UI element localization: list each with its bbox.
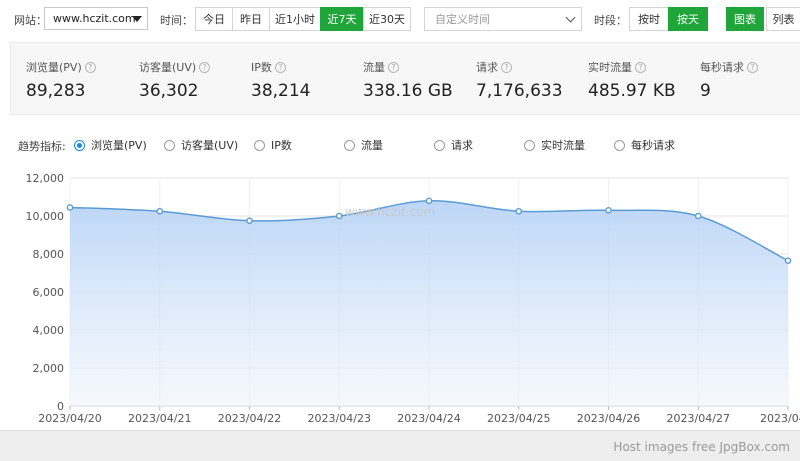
radio-icon	[254, 139, 265, 151]
x-tick-label: 2023/04/26	[577, 412, 640, 425]
trend-radio-label: 每秒请求	[631, 139, 675, 152]
x-tick-label: 2023/04	[760, 412, 800, 425]
site-select[interactable]: www.hczit.com	[44, 7, 148, 30]
trend-radio-realtime[interactable]: 实时流量	[524, 137, 585, 153]
caret-down-icon	[132, 16, 142, 22]
radio-checked-icon	[74, 139, 85, 151]
data-point	[515, 207, 523, 215]
help-icon[interactable]: ?	[635, 61, 646, 73]
time-button-last-hour[interactable]: 近1小时	[269, 7, 321, 31]
period-label: 时段：	[594, 14, 627, 27]
stat-label: 浏览量(PV)	[26, 61, 82, 74]
custom-range-placeholder: 自定义时间	[435, 13, 490, 26]
help-icon[interactable]: ?	[501, 61, 512, 73]
stat-value: 38,214	[251, 81, 311, 101]
y-tick-label: 10,000	[26, 210, 65, 223]
trend-radio-pv[interactable]: 浏览量(PV)	[74, 137, 147, 153]
x-tick-label: 2023/04/25	[487, 412, 550, 425]
help-icon[interactable]: ?	[84, 61, 96, 73]
trend-radio-label: 浏览量(PV)	[91, 139, 147, 152]
x-tick-label: 2023/04/24	[397, 412, 460, 425]
x-tick-label: 2023/04/27	[667, 412, 730, 425]
trend-radio-requests[interactable]: 请求	[434, 137, 473, 153]
data-point	[605, 207, 612, 214]
trend-radio-label: IP数	[271, 139, 292, 152]
y-tick-label: 2,000	[33, 362, 65, 375]
x-tick-label: 2023/04/23	[308, 412, 371, 425]
stat-value: 7,176,633	[476, 81, 563, 101]
data-point	[425, 197, 433, 205]
data-point	[156, 207, 164, 215]
period-group: 按时 按天	[629, 7, 708, 31]
stat-label: 每秒请求	[700, 61, 744, 74]
data-point	[784, 257, 792, 264]
x-tick-label: 2023/04/20	[38, 412, 101, 425]
radio-icon	[614, 139, 625, 151]
trend-selector: 趋势指标: 浏览量(PV) 访客量(UV) IP数 流量 请求 实时流量 每秒请…	[0, 136, 800, 154]
data-point	[66, 204, 74, 211]
trend-chart-svg: 02,0004,0006,0008,00010,00012,0002023/04…	[26, 172, 800, 425]
view-button-chart[interactable]: 图表	[726, 7, 764, 31]
period-button-day[interactable]: 按天	[668, 7, 708, 31]
time-button-last-30-days[interactable]: 近30天	[363, 7, 411, 31]
radio-icon	[164, 139, 175, 151]
radio-icon	[434, 139, 445, 151]
y-tick-label: 12,000	[26, 172, 65, 185]
y-tick-label: 6,000	[33, 286, 65, 299]
time-button-today[interactable]: 今日	[195, 7, 233, 31]
stat-label: 流量	[363, 61, 385, 74]
time-range-group: 今日 昨日 近1小时 近7天 近30天	[195, 7, 411, 31]
data-point	[246, 217, 253, 225]
chevron-down-icon	[565, 12, 576, 23]
stat-value: 338.16 GB	[363, 81, 453, 101]
site-select-value: www.hczit.com	[53, 12, 136, 25]
period-button-hour[interactable]: 按时	[629, 7, 669, 31]
footer: Host images free JpgBox.com	[0, 430, 800, 461]
footer-watermark: Host images free JpgBox.com	[613, 440, 790, 454]
trend-radio-uv[interactable]: 访客量(UV)	[164, 137, 238, 153]
trend-radio-traffic[interactable]: 流量	[344, 137, 383, 153]
view-button-list[interactable]: 列表	[766, 7, 800, 31]
trend-label: 趋势指标:	[18, 140, 66, 153]
trend-chart: 0 2,000 4,000 6,000 8,000 10,000 12,000 2023/04…	[0, 160, 800, 430]
stat-label: IP数	[251, 61, 272, 74]
trend-radio-label: 访客量(UV)	[181, 139, 239, 152]
data-point	[694, 212, 702, 220]
trend-radio-label: 请求	[451, 139, 473, 152]
radio-icon	[524, 139, 535, 151]
site-label: 网站：	[14, 14, 47, 27]
help-icon[interactable]: ?	[747, 61, 758, 73]
stat-value: 485.97 KB	[588, 81, 676, 101]
time-label: 时间：	[160, 14, 193, 27]
stats-panel: 浏览量(PV)? 89,283 访客量(UV)? 36,302 IP数? 38,…	[10, 42, 800, 115]
radio-icon	[344, 139, 355, 151]
help-icon[interactable]: ?	[388, 61, 399, 73]
custom-range-input[interactable]: 自定义时间	[424, 7, 582, 31]
data-point	[335, 212, 343, 220]
trend-radio-ip[interactable]: IP数	[254, 137, 292, 153]
stat-label: 实时流量	[588, 61, 632, 74]
trend-radio-label: 实时流量	[541, 139, 585, 152]
time-button-yesterday[interactable]: 昨日	[232, 7, 270, 31]
y-tick-label: 8,000	[33, 248, 65, 261]
trend-radio-label: 流量	[361, 139, 383, 152]
series-area	[70, 200, 788, 406]
filter-bar: 网站： www.hczit.com 时间： 今日 昨日 近1小时 近7天 近30…	[0, 0, 800, 38]
stat-value: 36,302	[139, 81, 199, 101]
time-button-last-7-days[interactable]: 近7天	[320, 7, 364, 31]
help-icon[interactable]: ?	[199, 61, 211, 73]
y-tick-label: 4,000	[33, 324, 65, 337]
x-tick-label: 2023/04/22	[218, 412, 281, 425]
chart-watermark: www.hczit.com	[345, 205, 435, 219]
help-icon[interactable]: ?	[274, 61, 286, 73]
x-tick-label: 2023/04/21	[128, 412, 191, 425]
stat-value: 89,283	[26, 81, 86, 101]
stat-label: 访客量(UV)	[139, 61, 197, 74]
trend-radio-rps[interactable]: 每秒请求	[614, 137, 675, 153]
stat-label: 请求	[476, 61, 498, 74]
stat-value: 9	[700, 81, 711, 101]
